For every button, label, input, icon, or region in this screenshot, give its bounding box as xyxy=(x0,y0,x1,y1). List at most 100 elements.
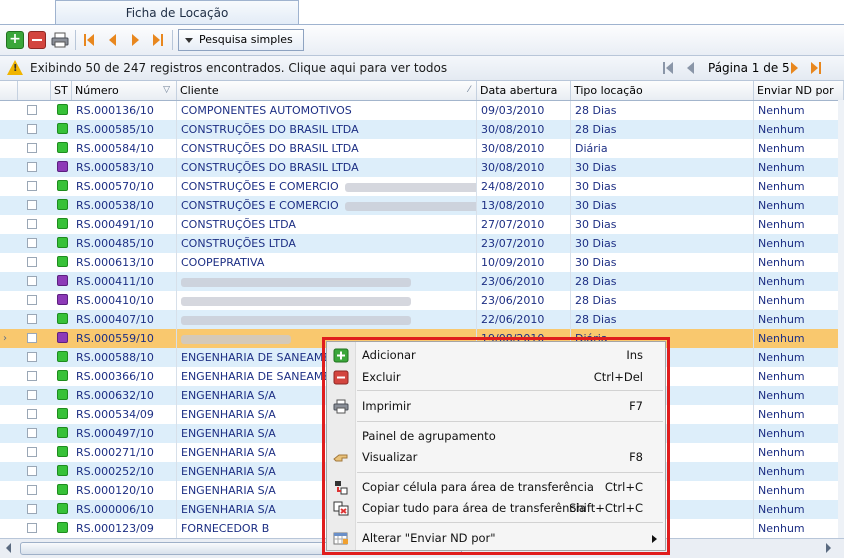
menu-item-copiar-celula-para-area-de-transferencia[interactable]: Copiar célula para área de transferência… xyxy=(327,477,665,498)
cell-data[interactable]: 24/08/2010 xyxy=(477,177,571,196)
cell-tipo[interactable]: 28 Dias xyxy=(571,272,754,291)
cell-cliente[interactable]: COMPONENTES AUTOMOTIVOS xyxy=(177,101,477,120)
cell-data[interactable]: 13/08/2010 xyxy=(477,196,571,215)
row-checkbox[interactable] xyxy=(27,257,37,267)
row-checkbox[interactable] xyxy=(27,219,37,229)
row-checkbox[interactable] xyxy=(27,295,37,305)
cell-cliente[interactable]: CONSTRUÇÕES LTDA xyxy=(177,215,477,234)
cell-cliente[interactable] xyxy=(177,291,477,310)
row-checkbox[interactable] xyxy=(27,314,37,324)
cell-enviar[interactable]: Nenhum xyxy=(754,234,844,253)
row-checkbox[interactable] xyxy=(27,466,37,476)
cell-tipo[interactable]: 30 Dias xyxy=(571,253,754,272)
table-row[interactable]: RS.000411/10 23/06/2010 28 Dias Nenhum xyxy=(0,272,844,291)
menu-item-painel-de-agrupamento[interactable]: Painel de agrupamento xyxy=(327,426,665,447)
cell-enviar[interactable]: Nenhum xyxy=(754,405,844,424)
cell-tipo[interactable]: 28 Dias xyxy=(571,120,754,139)
cell-tipo[interactable]: 30 Dias xyxy=(571,196,754,215)
next-page-button[interactable] xyxy=(787,59,803,77)
cell-data[interactable]: 23/07/2010 xyxy=(477,234,571,253)
first-page-button[interactable] xyxy=(662,59,678,77)
cell-numero[interactable]: RS.000136/10 xyxy=(72,101,177,120)
cell-enviar[interactable]: Nenhum xyxy=(754,462,844,481)
cell-cliente[interactable]: CONSTRUÇÕES DO BRASIL LTDA xyxy=(177,120,477,139)
table-row[interactable]: RS.000613/10 COOPEPRATIVA 10/09/2010 30 Dia… xyxy=(0,253,844,272)
tab-ficha-de-locacao[interactable]: Ficha de Locação xyxy=(55,0,299,24)
menu-item-excluir[interactable]: Excluir Ctrl+Del xyxy=(327,367,665,388)
records-info-bar[interactable]: ! Exibindo 50 de 247 registros encontrad… xyxy=(0,56,844,81)
cell-numero[interactable]: RS.000120/10 xyxy=(72,481,177,500)
cell-data[interactable]: 30/08/2010 xyxy=(477,120,571,139)
row-checkbox[interactable] xyxy=(27,352,37,362)
cell-numero[interactable]: RS.000613/10 xyxy=(72,253,177,272)
row-checkbox[interactable] xyxy=(27,409,37,419)
previous-record-button[interactable] xyxy=(106,31,122,49)
cell-enviar[interactable]: Nenhum xyxy=(754,120,844,139)
header-checkbox[interactable] xyxy=(18,81,51,100)
cell-data[interactable]: 30/08/2010 xyxy=(477,139,571,158)
table-row[interactable]: RS.000136/10 COMPONENTES AUTOMOTIVOS 09/03… xyxy=(0,101,844,120)
cell-enviar[interactable]: Nenhum xyxy=(754,158,844,177)
cell-tipo[interactable]: 30 Dias xyxy=(571,215,754,234)
row-checkbox[interactable] xyxy=(27,485,37,495)
cell-enviar[interactable]: Nenhum xyxy=(754,215,844,234)
row-checkbox[interactable] xyxy=(27,276,37,286)
cell-cliente[interactable]: CONSTRUÇÕES E COMERCIO xyxy=(177,196,477,215)
table-row[interactable]: RS.000538/10 CONSTRUÇÕES E COMERCIO 13/08/… xyxy=(0,196,844,215)
cell-enviar[interactable]: Nenhum xyxy=(754,424,844,443)
row-checkbox[interactable] xyxy=(27,143,37,153)
records-message[interactable]: Exibindo 50 de 247 registros encontrados… xyxy=(30,61,447,75)
scroll-right-icon[interactable] xyxy=(826,543,831,553)
row-checkbox[interactable] xyxy=(27,238,37,248)
simple-search-dropdown[interactable]: Pesquisa simples por xyxy=(178,29,304,66)
cell-cliente[interactable]: CONSTRUÇÕES DO BRASIL LTDA xyxy=(177,158,477,177)
delete-button[interactable] xyxy=(28,31,46,49)
cell-enviar[interactable]: Nenhum xyxy=(754,196,844,215)
cell-enviar[interactable]: Nenhum xyxy=(754,519,844,538)
cell-numero[interactable]: RS.000588/10 xyxy=(72,348,177,367)
cell-enviar[interactable]: Nenhum xyxy=(754,443,844,462)
cell-enviar[interactable]: Nenhum xyxy=(754,481,844,500)
menu-item-copiar-tudo-para-area-de-transferencia[interactable]: Copiar tudo para área de transferência Sh… xyxy=(327,498,665,519)
cell-numero[interactable]: RS.000632/10 xyxy=(72,386,177,405)
cell-tipo[interactable]: 30 Dias xyxy=(571,158,754,177)
cell-tipo[interactable]: Diária xyxy=(571,139,754,158)
cell-numero[interactable]: RS.000559/10 xyxy=(72,329,177,348)
table-row[interactable]: RS.000570/10 CONSTRUÇÕES E COMERCIO 24/08/… xyxy=(0,177,844,196)
cell-enviar[interactable]: Nenhum xyxy=(754,367,844,386)
table-row[interactable]: RS.000585/10 CONSTRUÇÕES DO BRASIL LTDA 30… xyxy=(0,120,844,139)
row-checkbox[interactable] xyxy=(27,447,37,457)
menu-item-adicionar[interactable]: Adicionar Ins xyxy=(327,345,665,366)
cell-cliente[interactable] xyxy=(177,272,477,291)
table-row[interactable]: RS.000584/10 CONSTRUÇÕES DO BRASIL LTDA 30… xyxy=(0,139,844,158)
row-checkbox[interactable] xyxy=(27,181,37,191)
vertical-scrollbar[interactable] xyxy=(838,100,844,538)
cell-cliente[interactable]: CONSTRUÇÕES E COMERCIO xyxy=(177,177,477,196)
cell-numero[interactable]: RS.000006/10 xyxy=(72,500,177,519)
row-checkbox[interactable] xyxy=(27,390,37,400)
cell-numero[interactable]: RS.000407/10 xyxy=(72,310,177,329)
cell-enviar[interactable]: Nenhum xyxy=(754,329,844,348)
next-record-button[interactable] xyxy=(128,31,144,49)
cell-numero[interactable]: RS.000583/10 xyxy=(72,158,177,177)
cell-cliente[interactable] xyxy=(177,310,477,329)
scroll-left-icon[interactable] xyxy=(6,543,11,553)
header-numero[interactable]: Número ▽ xyxy=(72,81,177,100)
cell-data[interactable]: 22/06/2010 xyxy=(477,310,571,329)
table-row[interactable]: RS.000410/10 23/06/2010 28 Dias Nenhum xyxy=(0,291,844,310)
cell-tipo[interactable]: 28 Dias xyxy=(571,101,754,120)
header-st[interactable]: ST xyxy=(51,81,72,100)
row-checkbox[interactable] xyxy=(27,371,37,381)
row-checkbox[interactable] xyxy=(27,200,37,210)
last-record-button[interactable] xyxy=(151,31,167,49)
previous-page-button[interactable] xyxy=(684,59,700,77)
cell-enviar[interactable]: Nenhum xyxy=(754,272,844,291)
table-row[interactable]: RS.000491/10 CONSTRUÇÕES LTDA 27/07/2010 30… xyxy=(0,215,844,234)
row-checkbox[interactable] xyxy=(27,124,37,134)
print-button[interactable] xyxy=(51,31,69,49)
cell-numero[interactable]: RS.000366/10 xyxy=(72,367,177,386)
row-checkbox[interactable] xyxy=(27,428,37,438)
row-checkbox[interactable] xyxy=(27,504,37,514)
cell-numero[interactable]: RS.000497/10 xyxy=(72,424,177,443)
cell-enviar[interactable]: Nenhum xyxy=(754,500,844,519)
